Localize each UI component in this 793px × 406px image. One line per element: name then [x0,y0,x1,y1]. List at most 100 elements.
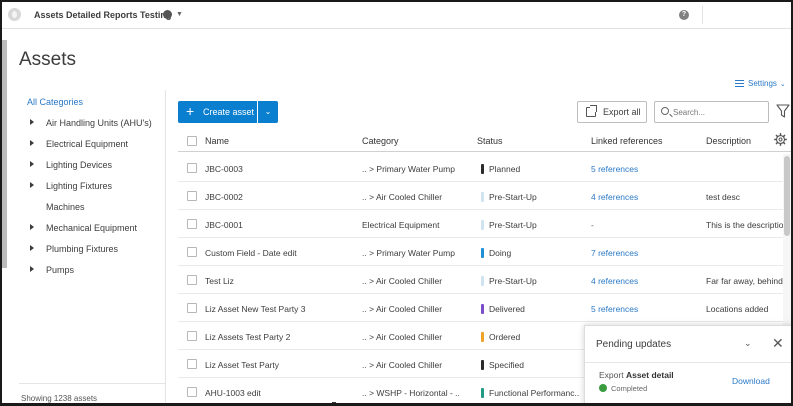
asset-status: Functional Performanc.. [481,388,586,398]
row-checkbox[interactable] [187,387,197,397]
status-label: Pre-Start-Up [489,220,537,230]
resize-handle[interactable] [332,402,336,403]
row-checkbox[interactable] [187,247,197,257]
column-status[interactable]: Status [477,136,503,146]
create-asset-dropdown[interactable]: ⌄ [258,101,278,123]
asset-name[interactable]: AHU-1003 edit [205,388,355,398]
asset-name[interactable]: Test Liz [205,276,355,286]
asset-status: Specified [481,360,586,370]
asset-status: Doing [481,248,586,258]
asset-name[interactable]: Liz Assets Test Party 2 [205,332,355,342]
app-logo-icon[interactable] [8,8,21,21]
export-icon [586,105,597,117]
status-label: Pre-Start-Up [489,276,537,286]
status-label: Specified [489,360,524,370]
asset-name[interactable]: Custom Field - Date edit [205,248,355,258]
settings-button[interactable]: Settings ⌄ [735,79,786,88]
category-item[interactable]: Lighting Fixtures [19,176,165,197]
linked-references[interactable]: 7 references [591,248,696,258]
status-label: Delivered [489,304,525,314]
project-title[interactable]: Assets Detailed Reports Testing [34,10,171,20]
filter-icon[interactable] [776,103,790,119]
table-header: Name Category Status Linked references D… [178,130,791,152]
category-panel: All Categories Air Handling Units (AHU's… [19,90,166,403]
scrollbar-thumb[interactable] [784,156,790,236]
status-color-indicator [481,360,484,370]
asset-status: Planned [481,164,586,174]
create-asset-button[interactable]: + Create asset [178,101,257,123]
status-label: Functional Performanc.. [489,388,580,398]
row-checkbox[interactable] [187,219,197,229]
category-item[interactable]: Pumps [19,260,165,281]
row-checkbox[interactable] [187,359,197,369]
expand-caret-icon[interactable] [30,119,34,125]
category-item-label: Electrical Equipment [46,139,129,149]
collapse-chevron-icon[interactable]: ⌄ [744,338,752,349]
category-item-label: Plumbing Fixtures [46,244,119,254]
settings-label: Settings [748,79,777,88]
select-all-checkbox[interactable] [187,136,197,146]
column-linked-references[interactable]: Linked references [591,136,663,146]
category-all[interactable]: All Categories [27,97,83,107]
asset-category: .. > Air Cooled Chiller [362,304,443,314]
column-description[interactable]: Description [706,136,751,146]
status-color-indicator [481,220,484,230]
side-strip[interactable] [2,40,7,268]
category-item-label: Air Handling Units (AHU's) [46,118,152,128]
search-box[interactable] [654,101,769,123]
toast-message-prefix: Export [599,370,624,380]
close-icon[interactable]: ✕ [772,335,784,352]
table-row[interactable]: Test Liz .. > Air Cooled Chiller Pre-Start… [178,266,783,294]
asset-description: Locations added [706,304,769,314]
asset-category: .. > Primary Water Pump [362,164,455,174]
linked-references[interactable]: 4 references [591,276,696,286]
row-checkbox[interactable] [187,163,197,173]
row-checkbox[interactable] [187,191,197,201]
asset-description: Far far away, behind [706,276,783,286]
expand-caret-icon[interactable] [30,161,34,167]
row-checkbox[interactable] [187,331,197,341]
search-input[interactable] [673,105,765,119]
category-item[interactable]: Machines [19,197,165,218]
table-row[interactable]: Custom Field - Date edit .. > Primary Wat… [178,238,783,266]
download-link[interactable]: Download [732,376,770,386]
asset-description: This is the description [706,220,783,230]
linked-references[interactable]: 5 references [591,164,696,174]
category-item-label: Pumps [46,265,75,275]
row-checkbox[interactable] [187,303,197,313]
plus-icon: + [186,103,195,119]
category-item[interactable]: Air Handling Units (AHU's) [19,113,165,134]
column-name[interactable]: Name [205,136,229,146]
asset-name[interactable]: Liz Asset Test Party [205,360,355,370]
category-item[interactable]: Plumbing Fixtures [19,239,165,260]
asset-category: Electrical Equipment [362,220,440,230]
help-icon[interactable]: ? [679,10,689,20]
table-row[interactable]: JBC-0002 .. > Air Cooled Chiller Pre-Start… [178,182,783,210]
asset-count: Showing 1238 assets [19,383,166,403]
table-row[interactable]: JBC-0001 Electrical Equipment Pre-Start-Up… [178,210,783,238]
asset-category: .. > Air Cooled Chiller [362,192,443,202]
category-item[interactable]: Mechanical Equipment [19,218,165,239]
expand-caret-icon[interactable] [30,266,34,272]
table-row[interactable]: JBC-0003 .. > Primary Water Pump Planned 5 … [178,154,783,182]
linked-references[interactable]: 4 references [591,192,696,202]
table-row[interactable]: Liz Asset New Test Party 3 .. > Air Coole… [178,294,783,322]
linked-references[interactable]: 5 references [591,304,696,314]
expand-caret-icon[interactable] [30,245,34,251]
expand-caret-icon[interactable] [30,182,34,188]
asset-name[interactable]: Liz Asset New Test Party 3 [205,304,355,314]
export-all-button[interactable]: Export all [577,101,647,123]
chevron-down-icon[interactable]: ▼ [176,11,183,18]
asset-name[interactable]: JBC-0002 [205,192,355,202]
category-item[interactable]: Lighting Devices [19,155,165,176]
column-category[interactable]: Category [362,136,399,146]
row-checkbox[interactable] [187,275,197,285]
expand-caret-icon[interactable] [30,224,34,230]
chevron-down-icon: ⌄ [264,107,272,116]
gear-icon[interactable] [774,133,787,146]
expand-caret-icon[interactable] [30,140,34,146]
asset-name[interactable]: JBC-0003 [205,164,355,174]
asset-category: .. > Air Cooled Chiller [362,276,443,286]
category-item[interactable]: Electrical Equipment [19,134,165,155]
asset-name[interactable]: JBC-0001 [205,220,355,230]
